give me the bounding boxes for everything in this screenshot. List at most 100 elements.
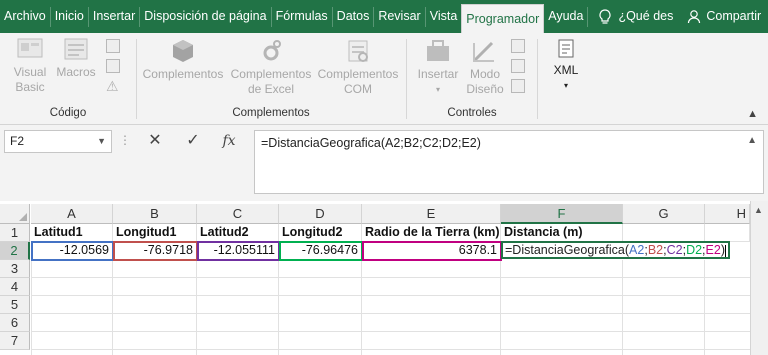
insertar-control-button[interactable]: Insertar ▾ — [415, 37, 461, 97]
gridline — [278, 260, 279, 355]
row-header-6[interactable]: 6 — [0, 314, 30, 332]
visual-basic-button[interactable]: Visual Basic — [10, 35, 50, 95]
tell-me[interactable]: ¿Qué des — [594, 0, 673, 33]
column-header-b[interactable]: B — [113, 204, 197, 224]
cell-g1[interactable] — [623, 224, 705, 242]
menu-formulas[interactable]: Fórmulas — [272, 0, 332, 33]
cell-c1[interactable]: Latitud2 — [197, 224, 279, 242]
modo-diseno-button[interactable]: Modo Diseño — [463, 37, 507, 97]
ribbon: Visual Basic Macros ⚠ Código Complemento… — [0, 33, 768, 125]
group-xml: XML ▾ — [538, 33, 592, 123]
formula-ref-b2: B2 — [647, 243, 664, 257]
xml-icon — [558, 39, 574, 58]
relative-references-icon[interactable] — [106, 59, 120, 73]
visual-basic-icon — [17, 38, 43, 58]
formula-prefix: =DistanciaGeografica( — [505, 243, 630, 257]
cell-d2[interactable]: -76.96476 — [279, 242, 362, 260]
cell-e1[interactable]: Radio de la Tierra (km) — [362, 224, 501, 242]
record-macro-icon[interactable] — [106, 39, 120, 53]
warning-icon[interactable]: ⚠ — [106, 78, 119, 95]
cube-icon — [173, 40, 193, 62]
complementos-button[interactable]: Complementos — [141, 37, 225, 82]
cell-b1[interactable]: Longitud1 — [113, 224, 197, 242]
formula-ref-a2: A2 — [629, 243, 645, 257]
menu-vista[interactable]: Vista — [426, 0, 462, 33]
menu-programador[interactable]: Programador — [461, 4, 545, 33]
xml-button[interactable]: XML ▾ — [546, 37, 586, 93]
row-header-2[interactable]: 2 — [0, 242, 30, 260]
menu-ayuda[interactable]: Ayuda — [544, 0, 587, 33]
menu-archivo[interactable]: Archivo — [0, 0, 50, 33]
menu-bar: Archivo Inicio Insertar Disposición de p… — [0, 0, 768, 33]
scroll-up-icon[interactable]: ▲ — [754, 205, 763, 215]
complementos-com-button[interactable]: Complementos COM — [315, 37, 401, 97]
enter-icon[interactable]: ✓ — [180, 128, 206, 154]
insert-function-icon[interactable]: fx — [216, 128, 242, 154]
macros-label: Macros — [56, 65, 96, 79]
share-button[interactable]: Compartir — [687, 0, 761, 33]
column-header-d[interactable]: D — [279, 204, 362, 224]
toolbox-icon — [427, 40, 449, 61]
spreadsheet-grid: A B C D E F G H 1 2 3 4 5 6 7 Latitud1 L… — [0, 201, 768, 355]
empty-cells-area[interactable] — [31, 260, 750, 355]
menu-separator — [587, 6, 589, 27]
column-header-f[interactable]: F — [501, 204, 623, 224]
macros-button[interactable]: Macros — [56, 35, 96, 80]
cell-h1[interactable] — [705, 224, 750, 242]
collapse-formula-bar-icon[interactable]: ▲ — [747, 135, 757, 146]
menu-insertar[interactable]: Insertar — [89, 0, 139, 33]
menu-datos[interactable]: Datos — [333, 0, 374, 33]
vertical-scrollbar[interactable]: ▲ — [750, 201, 768, 355]
formula-bar: F2 ▼ ⋮ ✕ ✓ fx =DistanciaGeografica(A2;B2… — [0, 125, 768, 201]
menu-inicio[interactable]: Inicio — [51, 0, 88, 33]
cell-b2[interactable]: -76.9718 — [113, 242, 197, 260]
row-header-5[interactable]: 5 — [0, 296, 30, 314]
tell-me-label: ¿Qué des — [618, 9, 674, 23]
group-title-controles: Controles — [447, 107, 497, 119]
chevron-down-icon: ▾ — [563, 81, 568, 90]
collapse-ribbon-icon[interactable]: ▲ — [747, 108, 758, 120]
group-complementos: Complementos Complementos de Excel Compl… — [137, 33, 405, 123]
row-header-7[interactable]: 7 — [0, 332, 30, 350]
view-code-icon[interactable] — [511, 59, 525, 73]
row-header-3[interactable]: 3 — [0, 260, 30, 278]
column-header-e[interactable]: E — [362, 204, 501, 224]
drag-handle-icon[interactable]: ⋮ — [119, 133, 131, 147]
column-header-a[interactable]: A — [31, 204, 113, 224]
cell-f1[interactable]: Distancia (m) — [501, 224, 623, 242]
cell-d1[interactable]: Longitud2 — [279, 224, 362, 242]
person-icon — [688, 10, 701, 24]
visual-basic-label: Visual Basic — [13, 65, 47, 94]
chevron-down-icon: ▾ — [435, 85, 440, 94]
row-header-4[interactable]: 4 — [0, 278, 30, 296]
column-header-h[interactable]: H — [705, 204, 750, 224]
row-header-1[interactable]: 1 — [0, 224, 30, 242]
name-box[interactable]: F2 ▼ — [4, 130, 112, 153]
cell-e2[interactable]: 6378.1 — [362, 242, 501, 260]
cell-a1[interactable]: Latitud1 — [31, 224, 113, 242]
gridline — [704, 260, 705, 355]
gridline — [112, 260, 113, 355]
cancel-icon[interactable]: ✕ — [142, 128, 168, 154]
properties-icon[interactable] — [511, 39, 525, 53]
menu-disposicion[interactable]: Disposición de página — [140, 0, 270, 33]
column-header-c[interactable]: C — [197, 204, 279, 224]
cell-a2[interactable]: -12.0569 — [31, 242, 113, 260]
menu-revisar[interactable]: Revisar — [374, 0, 424, 33]
complementos-com-label: Complementos COM — [317, 67, 399, 96]
column-header-g[interactable]: G — [623, 204, 705, 224]
gridline — [361, 260, 362, 355]
run-dialog-icon[interactable] — [511, 79, 525, 93]
com-addin-icon — [348, 40, 368, 62]
cell-f2-editor[interactable]: =DistanciaGeografica(A2;B2;C2;D2;E2) — [501, 241, 730, 259]
formula-input[interactable]: =DistanciaGeografica(A2;B2;C2;D2;E2) ▲ — [254, 130, 764, 194]
select-all-button[interactable] — [0, 204, 30, 224]
complementos-excel-button[interactable]: Complementos de Excel — [229, 37, 313, 97]
design-mode-icon — [472, 41, 494, 63]
complementos-label: Complementos — [142, 67, 224, 81]
macros-icon — [64, 38, 88, 60]
complementos-excel-label: Complementos de Excel — [230, 67, 312, 96]
group-title-complementos: Complementos — [232, 107, 310, 119]
cell-c2[interactable]: -12.055111 — [197, 242, 279, 260]
chevron-down-icon[interactable]: ▼ — [97, 131, 106, 152]
